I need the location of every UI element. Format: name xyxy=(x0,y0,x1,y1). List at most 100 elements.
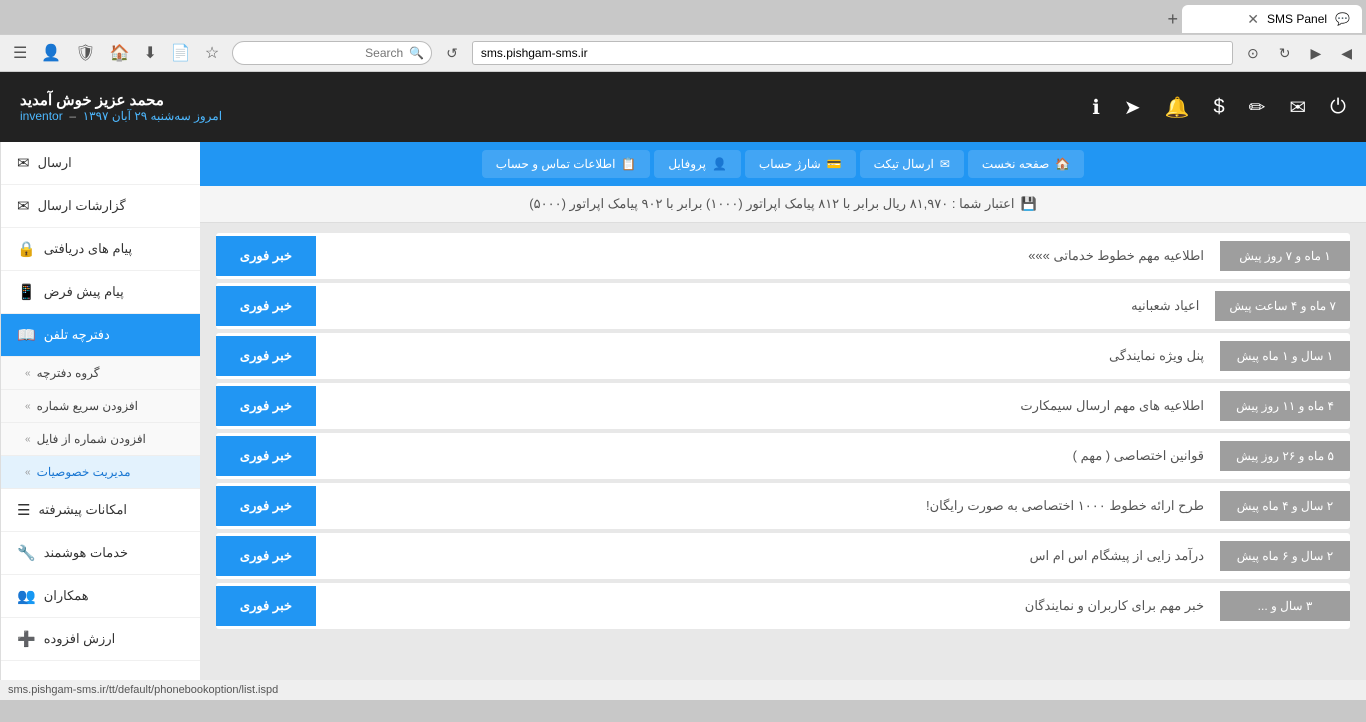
sidebar-item-gozareshat[interactable]: گزارشات ارسال ✉ xyxy=(1,185,200,228)
sidebar-icon-hamkaran: 👥 xyxy=(17,587,36,605)
inbox-time: ۵ ماه و ۲۶ روز پیش xyxy=(1220,441,1350,471)
user-sub: امروز سه‌شنبه ۲۹ آبان ۱۳۹۷ – inventor xyxy=(20,109,222,123)
new-tab-button[interactable]: + xyxy=(1167,9,1178,30)
inbox-item[interactable]: ۳ سال و ... خبر مهم برای کاربران و نماین… xyxy=(216,583,1350,629)
chevron-right-icon-3: » xyxy=(25,434,31,445)
chevron-right-icon-2: » xyxy=(25,401,31,412)
inbox-time: ۳ سال و ... xyxy=(1220,591,1350,621)
inbox-tag: خبر فوری xyxy=(216,536,316,576)
inbox-content: قوانین اختصاصی ( مهم ) xyxy=(316,440,1220,472)
sidebar-label-daftarche: دفترچه تلفن xyxy=(44,327,110,343)
sidebar-icon-payam-dariyafti: 🔒 xyxy=(17,240,36,258)
sidebar-subitem-gorooh[interactable]: گروه دفترچه » xyxy=(1,357,200,390)
sidebar-item-daftarche[interactable]: دفترچه تلفن 📖 xyxy=(1,314,200,357)
sidebar-label-gozareshat: گزارشات ارسال xyxy=(38,198,126,214)
inbox-time: ۴ ماه و ۱۱ روز پیش xyxy=(1220,391,1350,421)
home-nav-button[interactable]: 🏠 xyxy=(105,41,135,65)
nav-home[interactable]: 🏠 صفحه نخست xyxy=(968,150,1084,178)
reader-view-button[interactable]: 📄 xyxy=(166,41,196,65)
reload-button[interactable]: ↺ xyxy=(440,43,464,64)
inbox-content: طرح ارائه خطوط ۱۰۰۰ اختصاصی به صورت رایگ… xyxy=(316,490,1220,522)
user-label: inventor xyxy=(20,109,63,123)
subitem-label-afzoodan-sari: افزودن سریع شماره xyxy=(37,399,138,413)
inbox-content: درآمد زایی از پیشگام اس ام اس xyxy=(316,540,1220,572)
shield-button[interactable]: 🛡 xyxy=(70,41,100,65)
sidebar-icon-gozareshat: ✉ xyxy=(17,197,30,215)
status-url: sms.pishgam-sms.ir/tt/default/phonebooko… xyxy=(8,684,278,696)
sidebar-item-emkanat[interactable]: امکانات پیشرفته ☰ xyxy=(1,489,200,532)
sidebar-item-hamkaran[interactable]: همکاران 👥 xyxy=(1,575,200,618)
subitem-label-afzoodan-file: افزودن شماره از فایل xyxy=(37,432,146,446)
sidebar-item-arzesh[interactable]: ارزش افزوده ➕ xyxy=(1,618,200,661)
header-icon-row: ⏻ ✉ ✏ $ 🔔 ➤ ℹ xyxy=(1092,95,1346,120)
home-button[interactable]: ⊙ xyxy=(1241,43,1265,64)
nav-bar: 🏠 صفحه نخست ✉ ارسال تیکت 💳 شارژ حساب 👤 پ… xyxy=(200,142,1366,186)
dollar-icon[interactable]: $ xyxy=(1214,96,1225,119)
sidebar-item-payam-pish-farz[interactable]: پیام پیش فرض 📱 xyxy=(1,271,200,314)
sidebar-item-ersal[interactable]: ارسال ✉ xyxy=(1,142,200,185)
sidebar-item-payam-dariyafti[interactable]: پیام های دریافتی 🔒 xyxy=(1,228,200,271)
inbox-item[interactable]: ۱ سال و ۱ ماه پیش پنل ویژه نمایندگی خبر … xyxy=(216,333,1350,379)
sidebar-label-payam-pish-farz: پیام پیش فرض xyxy=(44,284,124,300)
inbox-item[interactable]: ۵ ماه و ۲۶ روز پیش قوانین اختصاصی ( مهم … xyxy=(216,433,1350,479)
inbox-item[interactable]: ۲ سال و ۴ ماه پیش طرح ارائه خطوط ۱۰۰۰ اخ… xyxy=(216,483,1350,529)
nav-profile[interactable]: 👤 پروفایل xyxy=(654,150,741,178)
nav-info[interactable]: 📋 اطلاعات تماس و حساب xyxy=(482,150,651,178)
inbox-time: ۲ سال و ۶ ماه پیش xyxy=(1220,541,1350,571)
avatar-button[interactable]: 👤 xyxy=(36,41,66,65)
forward-button[interactable]: ▶ xyxy=(1304,43,1327,64)
sidebar-item-khadamat[interactable]: خدمات هوشمند 🔧 xyxy=(1,532,200,575)
inbox-time: ۱ ماه و ۷ روز پیش xyxy=(1220,241,1350,271)
send-icon[interactable]: ➤ xyxy=(1124,95,1141,120)
inbox-content: خبر مهم برای کاربران و نمایندگان xyxy=(316,590,1220,622)
sidebar-label-khadamat: خدمات هوشمند xyxy=(44,545,128,561)
edit-icon[interactable]: ✏ xyxy=(1249,95,1266,120)
refresh-button[interactable]: ↻ xyxy=(1273,43,1297,64)
inbox-item[interactable]: ۷ ماه و ۴ ساعت پیش اعیاد شعبانیه خبر فور… xyxy=(216,283,1350,329)
inbox-item[interactable]: ۱ ماه و ۷ روز پیش اطلاعیه مهم خطوط خدمات… xyxy=(216,233,1350,279)
user-name: محمد عزیز خوش آمدید xyxy=(20,91,222,109)
chevron-right-icon-4: » xyxy=(25,467,31,478)
sidebar-subitem-modiriyat[interactable]: مدیریت خصوصیات » xyxy=(1,456,200,489)
bell-icon[interactable]: 🔔 xyxy=(1165,95,1190,120)
inbox-content: اطلاعیه مهم خطوط خدماتی »»» xyxy=(316,240,1220,272)
sidebar-subitem-afzoodan-file[interactable]: افزودن شماره از فایل » xyxy=(1,423,200,456)
subitem-label-modiriyat: مدیریت خصوصیات xyxy=(37,465,131,479)
search-input[interactable] xyxy=(232,41,432,65)
sidebar-icon-arzesh: ➕ xyxy=(17,630,36,648)
sidebar-icon-daftarche: 📖 xyxy=(17,326,36,344)
content-area: 🏠 صفحه نخست ✉ ارسال تیکت 💳 شارژ حساب 👤 پ… xyxy=(200,142,1366,680)
inbox-time: ۷ ماه و ۴ ساعت پیش xyxy=(1215,291,1350,321)
sidebar-label-hamkaran: همکاران xyxy=(44,588,89,604)
menu-button[interactable]: ☰ xyxy=(8,41,32,65)
inbox-content: پنل ویژه نمایندگی xyxy=(316,340,1220,372)
nav-charge[interactable]: 💳 شارژ حساب xyxy=(745,150,856,178)
bookmark-star-button[interactable]: ☆ xyxy=(200,41,224,65)
back-button[interactable]: ◀ xyxy=(1335,43,1358,64)
inbox-content: اعیاد شعبانیه xyxy=(316,290,1215,322)
address-bar-input[interactable] xyxy=(472,41,1233,65)
email-icon[interactable]: ✉ xyxy=(1289,95,1306,120)
sidebar-label-payam-dariyafti: پیام های دریافتی xyxy=(44,241,132,257)
sidebar: ارسال ✉ گزارشات ارسال ✉ پیام های دریافتی… xyxy=(0,142,200,680)
inbox-tag: خبر فوری xyxy=(216,286,316,326)
download-button[interactable]: ⬇ xyxy=(139,41,162,65)
sidebar-icon-khadamat: 🔧 xyxy=(17,544,36,562)
app-header: ⏻ ✉ ✏ $ 🔔 ➤ ℹ محمد عزیز خوش آمدید امروز … xyxy=(0,72,1366,142)
tab-icon: 💬 xyxy=(1335,12,1350,26)
inbox-item[interactable]: ۴ ماه و ۱۱ روز پیش اطلاعیه های مهم ارسال… xyxy=(216,383,1350,429)
inbox-item[interactable]: ۲ سال و ۶ ماه پیش درآمد زایی از پیشگام ا… xyxy=(216,533,1350,579)
power-icon[interactable]: ⏻ xyxy=(1330,96,1346,119)
info-icon[interactable]: ℹ xyxy=(1092,95,1100,120)
main-layout: 🏠 صفحه نخست ✉ ارسال تیکت 💳 شارژ حساب 👤 پ… xyxy=(0,142,1366,680)
tab-close-icon[interactable]: ✕ xyxy=(1247,11,1259,28)
inbox-time: ۱ سال و ۱ ماه پیش xyxy=(1220,341,1350,371)
sidebar-subitem-afzoodan-sari[interactable]: افزودن سریع شماره » xyxy=(1,390,200,423)
header-user: محمد عزیز خوش آمدید امروز سه‌شنبه ۲۹ آبا… xyxy=(20,91,222,123)
inbox-tag: خبر فوری xyxy=(216,586,316,626)
info-bar-text: اعتبار شما : ۸۱,۹۷۰ ریال برابر با ۸۱۲ پی… xyxy=(529,196,1014,212)
browser-tab[interactable]: 💬 SMS Panel ✕ xyxy=(1182,5,1362,33)
search-icon: 🔍 xyxy=(409,46,424,60)
nav-ticket[interactable]: ✉ ارسال تیکت xyxy=(860,150,964,178)
sidebar-label-arzesh: ارزش افزوده xyxy=(44,631,116,647)
